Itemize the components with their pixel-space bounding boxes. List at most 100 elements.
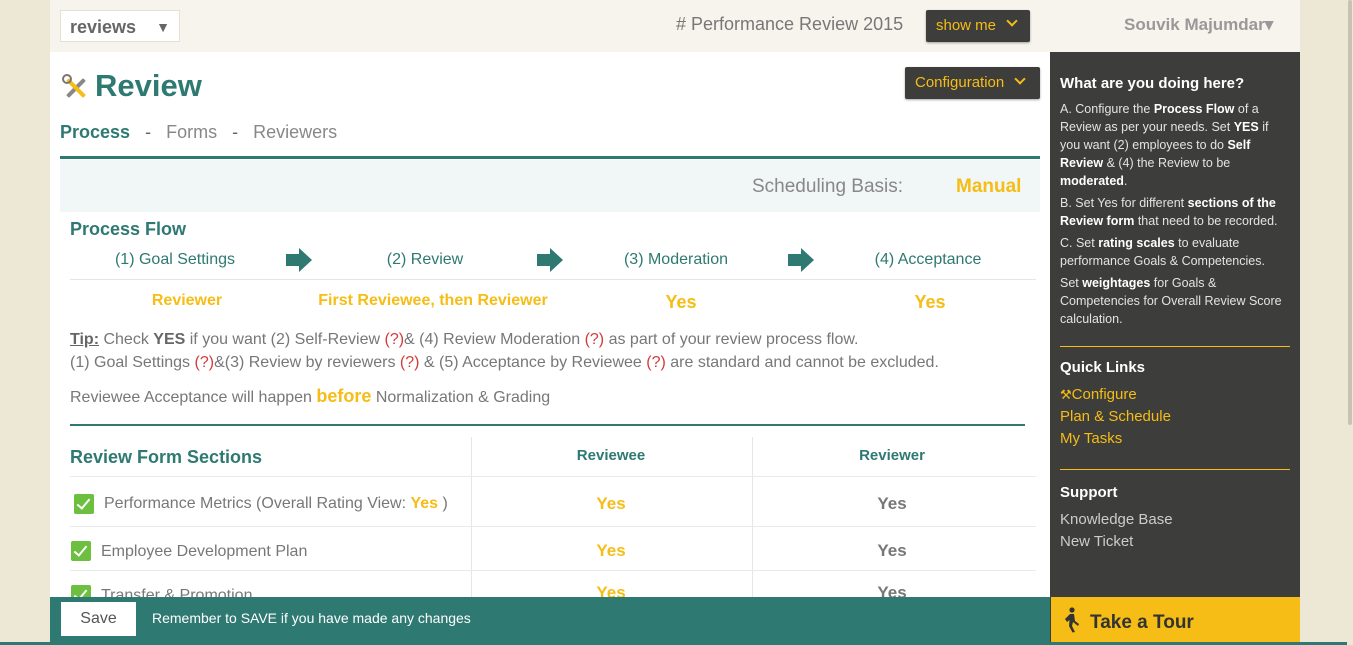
acceptance-note: Reviewee Acceptance will happen before N… [70, 386, 550, 407]
reviewee-value[interactable]: Yes [471, 583, 751, 597]
tip-line-1: Tip: Check YES if you want (2) Self-Revi… [70, 328, 1030, 351]
configuration-label: Configuration [915, 74, 1005, 91]
quick-link-label: Configure [1071, 386, 1137, 403]
tip-text-part: as part of your review process flow. [604, 331, 859, 348]
overall-rating-view-toggle[interactable]: Yes [410, 495, 438, 512]
help-item-d: Set weightages for Goals & Competencies … [1060, 274, 1290, 328]
step-moderation: (3) Moderation [623, 251, 729, 268]
help-emphasis: weightages [1082, 276, 1151, 290]
scheduling-value[interactable]: Manual [956, 176, 1021, 198]
step-review-value[interactable]: First Reviewee, then Reviewer [303, 292, 563, 310]
reviewee-value[interactable]: Yes [471, 494, 751, 514]
sidebar-divider [1060, 346, 1290, 347]
take-a-tour-button[interactable]: Take a Tour [1050, 597, 1300, 645]
quick-link-configure[interactable]: ⚒Configure [1060, 386, 1137, 403]
help-text-part: C. Set [1060, 236, 1099, 250]
step-goal-settings: (1) Goal Settings [114, 251, 236, 268]
tab-process[interactable]: Process [60, 122, 130, 142]
help-title: What are you doing here? [1060, 75, 1245, 92]
step-goal-settings-value[interactable]: Reviewer [57, 292, 317, 310]
help-text: A. Configure the Process Flow of a Revie… [1060, 100, 1290, 332]
reviewer-value[interactable]: Yes [752, 583, 1032, 597]
tab-forms[interactable]: Forms [166, 122, 217, 142]
process-flow-title: Process Flow [70, 219, 187, 239]
user-name: Souvik Majumdar [1124, 15, 1265, 34]
top-bar: reviews ▼ # Performance Review 2015 show… [50, 0, 1300, 52]
tip-text-part: & (5) Acceptance by Reviewee [419, 354, 647, 371]
help-text-part: that need to be recorded. [1134, 214, 1278, 228]
sidebar-divider [1060, 469, 1290, 470]
tip-text-part: Check [99, 331, 154, 348]
tab-reviewers[interactable]: Reviewers [253, 122, 337, 142]
chevron-down-icon [1006, 15, 1018, 27]
help-text-part: & (4) the Review to be [1103, 156, 1231, 170]
help-text-part: A. Configure the [1060, 102, 1154, 116]
chevron-down-icon [1014, 73, 1026, 85]
tip-yes: YES [153, 331, 186, 348]
row-label: Transfer & Promotion [101, 587, 253, 597]
walking-person-icon [1065, 607, 1079, 633]
acceptance-before-toggle[interactable]: before [316, 386, 371, 406]
steps-divider [70, 279, 1036, 280]
quick-link-my-tasks[interactable]: My Tasks [1060, 430, 1122, 447]
page-title: Review [95, 68, 202, 103]
main-panel: Review Configuration Process - Forms - R… [50, 52, 1050, 597]
help-question-link[interactable]: (?) [585, 331, 605, 348]
user-caret-icon: ▾ [1264, 15, 1274, 34]
reviewee-value[interactable]: Yes [471, 541, 751, 561]
row-label: Employee Development Plan [101, 543, 308, 560]
help-emphasis: Process Flow [1153, 102, 1235, 116]
tip-line-2: (1) Goal Settings (?)&(3) Review by revi… [70, 351, 1030, 374]
reviewer-value[interactable]: Yes [752, 541, 1032, 561]
user-menu[interactable]: Souvik Majumdar▾ [1124, 15, 1273, 35]
acceptance-note-pre: Reviewee Acceptance will happen [70, 389, 317, 406]
scrollbar-thumb[interactable] [1348, 0, 1352, 425]
tab-separator: - [145, 122, 152, 142]
take-a-tour-label: Take a Tour [1090, 612, 1194, 633]
module-select[interactable]: reviews ▼ [60, 10, 180, 42]
support-link-knowledge-base[interactable]: Knowledge Base [1060, 511, 1173, 528]
show-me-button[interactable]: show me [926, 10, 1030, 42]
step-moderation-value[interactable]: Yes [551, 292, 811, 313]
checkbox-checked-icon[interactable] [74, 494, 94, 514]
step-review: (2) Review [386, 251, 464, 268]
help-item-c: C. Set rating scales to evaluate perform… [1060, 234, 1290, 270]
tip-text-part: (1) Goal Settings [70, 354, 195, 371]
row-divider [70, 526, 1036, 527]
reviewer-value[interactable]: Yes [752, 494, 1032, 514]
arrow-right-icon [286, 248, 312, 272]
quick-link-plan-schedule[interactable]: Plan & Schedule [1060, 408, 1171, 425]
help-question-link[interactable]: (?) [195, 354, 215, 371]
tip-text: Tip: Check YES if you want (2) Self-Revi… [70, 328, 1030, 374]
tip-text-part: &(3) Review by reviewers [214, 354, 400, 371]
help-emphasis: rating scales [1098, 236, 1175, 250]
help-item-a: A. Configure the Process Flow of a Revie… [1060, 100, 1290, 190]
save-button[interactable]: Save [61, 602, 136, 636]
tip-text-part: if you want (2) Self-Review [185, 331, 385, 348]
row-divider [70, 476, 1036, 477]
row-label: Performance Metrics (Overall Rating View… [104, 495, 448, 513]
section-divider [70, 424, 1025, 426]
help-question-link[interactable]: (?) [400, 354, 420, 371]
tip-label: Tip: [70, 331, 100, 348]
help-question-link[interactable]: (?) [384, 331, 404, 348]
acceptance-note-post: Normalization & Grading [371, 389, 551, 406]
column-header-reviewee: Reviewee [576, 447, 646, 464]
help-question-link[interactable]: (?) [646, 354, 666, 371]
support-title: Support [1060, 484, 1118, 501]
tools-icon: ⚒ [1060, 387, 1072, 402]
row-label-text: Performance Metrics (Overall Rating View… [104, 495, 411, 512]
configuration-button[interactable]: Configuration [905, 67, 1040, 99]
arrow-right-icon [788, 248, 814, 272]
save-reminder: Remember to SAVE if you have made any ch… [152, 610, 471, 626]
review-cycle-label: # Performance Review 2015 [676, 14, 904, 34]
step-acceptance-value[interactable]: Yes [800, 292, 1050, 313]
help-sidebar: What are you doing here? A. Configure th… [1050, 52, 1300, 597]
tip-text-part: & (4) Review Moderation [404, 331, 585, 348]
checkbox-checked-icon[interactable] [71, 585, 91, 597]
help-text-part: . [1123, 174, 1128, 188]
show-me-label: show me [936, 17, 997, 34]
support-link-new-ticket[interactable]: New Ticket [1060, 533, 1133, 550]
scheduling-label: Scheduling Basis: [752, 176, 904, 197]
checkbox-checked-icon[interactable] [71, 541, 91, 561]
